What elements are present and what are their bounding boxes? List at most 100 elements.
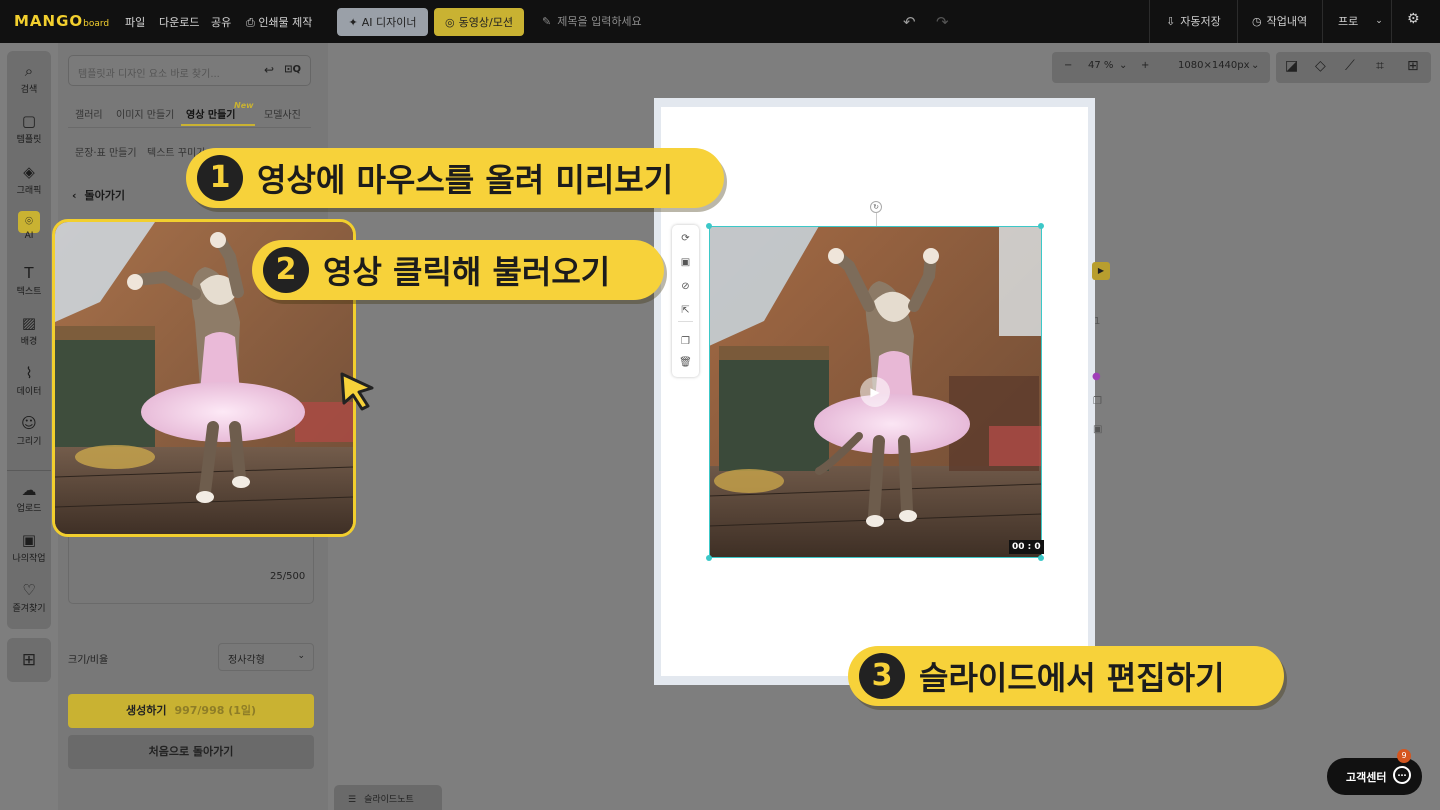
menu-share[interactable]: 공유 bbox=[211, 14, 231, 30]
ai-icon: ⌾ bbox=[18, 211, 40, 233]
tab-divider bbox=[68, 127, 311, 128]
chart-icon: ⌇ bbox=[25, 364, 33, 382]
generate-button[interactable]: 생성하기 997/998 (1일) bbox=[68, 694, 314, 728]
rail-item-template[interactable]: ▢ 템플릿 bbox=[7, 112, 51, 145]
layers-icon[interactable]: ◇ bbox=[1315, 58, 1326, 74]
video-motion-button[interactable]: ◎ 동영상/모션 bbox=[434, 8, 524, 36]
selection-box bbox=[709, 226, 1042, 558]
export-icon[interactable]: ⇱ bbox=[672, 305, 699, 316]
ai-designer-button[interactable]: ✦ AI 디자이너 bbox=[337, 8, 428, 36]
tab-image-create[interactable]: 이미지 만들기 bbox=[116, 106, 174, 121]
dimensions-value[interactable]: 1080×1440px bbox=[1178, 60, 1250, 71]
rotate-line bbox=[876, 213, 877, 226]
text-icon: T bbox=[24, 264, 34, 282]
template-icon: ▢ bbox=[21, 112, 37, 130]
logo[interactable]: MANGOboard bbox=[14, 12, 109, 30]
zoom-value[interactable]: 47 % bbox=[1088, 60, 1113, 71]
slide-note-tab[interactable]: ☰ 슬라이드노트 bbox=[334, 785, 442, 810]
printer-icon: ⎙ bbox=[246, 16, 255, 29]
tab-sentence-table[interactable]: 문장·표 만들기 bbox=[75, 144, 137, 159]
prompt-textarea[interactable] bbox=[68, 536, 314, 604]
clock-icon: ◷ bbox=[1252, 14, 1262, 28]
search-input[interactable]: 템플릿과 디자인 요소 바로 찾기... ↩ ⊡Q bbox=[68, 55, 311, 86]
tab-gallery[interactable]: 갤러리 bbox=[75, 106, 103, 121]
sticker-icon[interactable]: ◪ bbox=[1285, 58, 1298, 74]
callout-text: 영상에 마우스를 올려 미리보기 bbox=[257, 161, 674, 199]
trash-icon[interactable]: 🗑 bbox=[672, 357, 699, 368]
customer-center-button[interactable]: 고객센터… bbox=[1327, 758, 1422, 795]
lock-icon[interactable]: ▣ bbox=[672, 257, 699, 268]
notification-badge: 9 bbox=[1397, 749, 1411, 763]
reset-button[interactable]: 처음으로 돌아가기 bbox=[68, 735, 314, 769]
resize-handle[interactable] bbox=[1038, 555, 1044, 561]
divider bbox=[1322, 0, 1323, 43]
size-select[interactable]: 정사각형 ⌄ bbox=[218, 643, 314, 671]
refresh-icon[interactable]: ↩ bbox=[264, 63, 274, 77]
crop-icon[interactable]: ⌗ bbox=[1376, 58, 1384, 74]
upload-cloud-icon: ☁ bbox=[21, 481, 37, 499]
search-placeholder: 템플릿과 디자인 요소 바로 찾기... bbox=[78, 69, 220, 80]
grid-icon[interactable]: ⊞ bbox=[1407, 58, 1419, 74]
plan-dropdown[interactable]: 프로 ⌄ bbox=[1338, 13, 1383, 29]
magic-wand-icon: ✦ bbox=[348, 15, 358, 29]
menu-file[interactable]: 파일 bbox=[125, 14, 145, 30]
rail-divider bbox=[7, 470, 51, 471]
resize-handle[interactable] bbox=[1038, 223, 1044, 229]
zoom-in-icon[interactable]: + bbox=[1141, 60, 1149, 71]
tab-model-photo[interactable]: 모델사진 bbox=[264, 106, 301, 121]
rail-item-background[interactable]: ▨ 배경 bbox=[7, 314, 51, 347]
view-toolbar: ◪ ◇ ⟋ ⌗ ⊞ bbox=[1276, 52, 1431, 83]
rail-item-draw[interactable]: ☺ 그리기 bbox=[7, 414, 51, 447]
rail-item-search[interactable]: ⌕ 검색 bbox=[7, 62, 51, 95]
undo-icon[interactable]: ↶ bbox=[903, 13, 916, 31]
chat-icon: … bbox=[1393, 766, 1411, 784]
autosave-button[interactable]: ⇩ 자동저장 bbox=[1166, 13, 1221, 29]
resize-handle[interactable] bbox=[706, 223, 712, 229]
unlink-icon[interactable]: ⊘ bbox=[672, 281, 699, 292]
ruler-icon[interactable]: ⟋ bbox=[1345, 58, 1355, 74]
chevron-down-icon[interactable]: ⌄ bbox=[1251, 60, 1259, 71]
rail-item-data[interactable]: ⌇ 데이터 bbox=[7, 364, 51, 397]
note-icon: ☰ bbox=[348, 795, 357, 805]
video-duration: 00 : 0 bbox=[1009, 540, 1044, 554]
rail-item-text[interactable]: T 텍스트 bbox=[7, 264, 51, 297]
print-button[interactable]: ⎙ 인쇄물 제작 bbox=[246, 14, 312, 30]
title-input[interactable]: ✎ 제목을 입력하세요 bbox=[542, 13, 642, 29]
rail-item-upload[interactable]: ☁ 업로드 bbox=[7, 481, 51, 514]
rail-item-graphic[interactable]: ◈ 그래픽 bbox=[7, 163, 51, 196]
back-button[interactable]: ‹ 돌아가기 bbox=[72, 187, 125, 203]
redo-icon[interactable]: ↷ bbox=[936, 13, 949, 31]
menu-download[interactable]: 다운로드 bbox=[159, 14, 199, 30]
duplicate-icon[interactable]: ❐ bbox=[672, 336, 699, 347]
divider bbox=[1237, 0, 1238, 43]
video-icon: ◎ bbox=[445, 15, 455, 29]
basket-icon[interactable]: ⊞ bbox=[7, 638, 51, 682]
image-icon: ▣ bbox=[1093, 424, 1103, 435]
favorite-icon: ♡ bbox=[22, 581, 36, 599]
graphic-icon: ◈ bbox=[23, 163, 35, 181]
tools-divider bbox=[678, 321, 693, 322]
zoom-out-icon[interactable]: − bbox=[1064, 60, 1072, 71]
active-tab-indicator bbox=[181, 124, 255, 126]
settings-gear-icon[interactable]: ⚙ bbox=[1407, 11, 1420, 27]
rotate-handle-icon[interactable]: ↻ bbox=[870, 201, 882, 213]
callout-text: 슬라이드에서 편집하기 bbox=[919, 659, 1225, 697]
search-icon: ⌕ bbox=[24, 62, 34, 80]
color-dot-icon: ● bbox=[1092, 371, 1101, 382]
history-button[interactable]: ◷ 작업내역 bbox=[1252, 13, 1307, 29]
rail-item-my-work[interactable]: ▣ 나의작업 bbox=[7, 531, 51, 564]
copy-icon: ❐ bbox=[1093, 396, 1102, 407]
rail-item-favorites[interactable]: ♡ 즐겨찾기 bbox=[7, 581, 51, 614]
chevron-down-icon: ⌄ bbox=[297, 651, 305, 661]
callout-number: 3 bbox=[859, 653, 905, 699]
callout-click: 2 영상 클릭해 불러오기 bbox=[252, 240, 664, 300]
chevron-down-icon[interactable]: ⌄ bbox=[1119, 60, 1127, 71]
resize-handle[interactable] bbox=[706, 555, 712, 561]
search-filter-icon[interactable]: ⊡Q bbox=[284, 64, 301, 75]
callout-preview: 1 영상에 마우스를 올려 미리보기 bbox=[186, 148, 724, 208]
rail-item-ai[interactable]: ⌾ AI bbox=[7, 211, 51, 241]
callout-text: 영상 클릭해 불러오기 bbox=[323, 253, 611, 291]
tab-video-create[interactable]: 영상 만들기 bbox=[186, 106, 235, 121]
play-badge-icon: ▶ bbox=[1092, 262, 1110, 280]
replace-icon[interactable]: ⟳ bbox=[672, 233, 699, 244]
